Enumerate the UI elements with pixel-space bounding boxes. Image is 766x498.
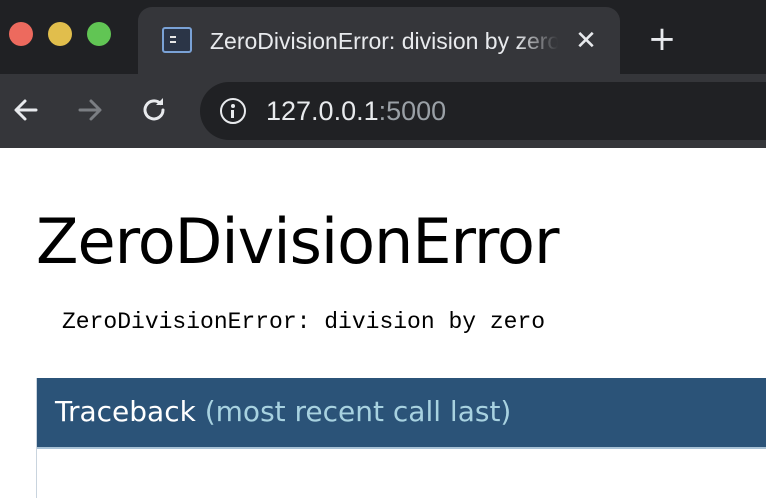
back-button[interactable]: [8, 92, 44, 128]
url-host: 127.0.0.1: [266, 96, 379, 126]
window-minimize-button[interactable]: [48, 22, 72, 46]
browser-chrome: ZeroDivisionError: division by zero ✕ + …: [0, 0, 766, 148]
arrow-right-icon: [78, 99, 102, 121]
traceback-panel: Traceback (most recent call last): [36, 378, 766, 498]
reload-button[interactable]: [136, 92, 172, 128]
window-zoom-button[interactable]: [87, 22, 111, 46]
traceback-sub-label: (most recent call last): [204, 395, 512, 428]
page-content: ZeroDivisionError ZeroDivisionError: div…: [0, 148, 766, 498]
address-bar[interactable]: 127.0.0.1:5000: [200, 82, 766, 140]
traceback-title: Traceback (most recent call last): [55, 394, 511, 430]
arrow-left-icon: [14, 99, 38, 121]
traceback-header: Traceback (most recent call last): [37, 378, 766, 449]
url-port: :5000: [378, 96, 447, 126]
tab-strip: ZeroDivisionError: division by zero ✕ +: [0, 0, 766, 74]
tab-title: ZeroDivisionError: division by zero: [210, 28, 558, 54]
close-icon[interactable]: ✕: [572, 27, 600, 55]
url-text[interactable]: 127.0.0.1:5000: [266, 95, 446, 127]
window-close-button[interactable]: [9, 22, 33, 46]
info-icon[interactable]: [220, 98, 246, 124]
new-tab-button[interactable]: +: [645, 22, 679, 56]
reload-icon: [143, 98, 165, 121]
error-message: ZeroDivisionError: division by zero: [62, 309, 546, 335]
toolbar: 127.0.0.1:5000: [0, 74, 766, 148]
traceback-label: Traceback: [55, 395, 196, 428]
page-title: ZeroDivisionError: [36, 205, 559, 278]
forward-button[interactable]: [72, 92, 108, 128]
terminal-icon: [162, 27, 192, 53]
browser-tab[interactable]: ZeroDivisionError: division by zero ✕: [138, 7, 620, 74]
